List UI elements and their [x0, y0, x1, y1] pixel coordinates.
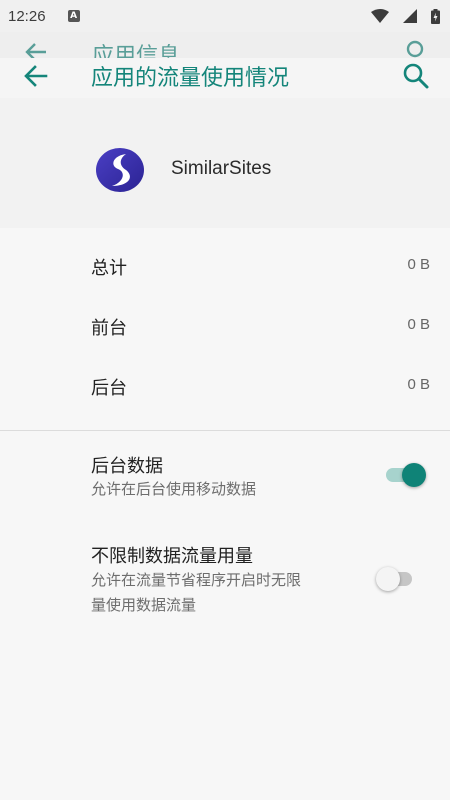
battery-icon [431, 8, 440, 24]
app-name: SimilarSites [171, 158, 272, 179]
usage-value: 0 B [407, 256, 430, 273]
setting-title: 不限制数据流量用量 [91, 546, 253, 567]
usage-row-total: 总计 0 B [0, 234, 450, 294]
usage-value: 0 B [407, 316, 430, 333]
notification-icon: A [67, 10, 80, 22]
background-data-setting[interactable]: 后台数据 允许在后台使用移动数据 [0, 440, 450, 520]
usage-value: 0 B [407, 376, 430, 393]
status-icons [371, 8, 440, 24]
usage-row-foreground: 前台 0 B [0, 294, 450, 354]
usage-row-background: 后台 0 B [0, 354, 450, 414]
switch-thumb [402, 463, 426, 487]
signal-icon [403, 9, 417, 23]
app-logo-icon [96, 148, 144, 192]
app-bar: 应用的流量使用情况 [0, 58, 450, 98]
usage-label: 前台 [91, 318, 127, 339]
back-button[interactable] [22, 62, 50, 90]
usage-label: 总计 [91, 258, 127, 279]
setting-summary-line-2: 量使用数据流量 [91, 596, 197, 614]
setting-summary: 允许在后台使用移动数据 [91, 480, 257, 498]
search-icon [403, 63, 429, 89]
setting-summary-line-1: 允许在流量节省程序开启时无限 [91, 571, 302, 589]
background-data-switch[interactable] [384, 461, 428, 489]
wifi-icon [371, 9, 389, 23]
search-button[interactable] [402, 62, 430, 90]
divider [0, 430, 450, 431]
usage-label: 后台 [91, 378, 127, 399]
page-title: 应用的流量使用情况 [91, 66, 290, 91]
setting-title: 后台数据 [91, 456, 163, 477]
switch-thumb [376, 567, 400, 591]
status-bar: 12:26 A [0, 0, 450, 32]
arrow-back-icon [24, 65, 48, 87]
status-time: 12:26 [8, 7, 46, 25]
unrestricted-data-setting[interactable]: 不限制数据流量用量 允许在流量节省程序开启时无限 量使用数据流量 [0, 532, 450, 628]
unrestricted-data-switch[interactable] [376, 565, 420, 593]
app-header: SimilarSites [0, 98, 450, 228]
